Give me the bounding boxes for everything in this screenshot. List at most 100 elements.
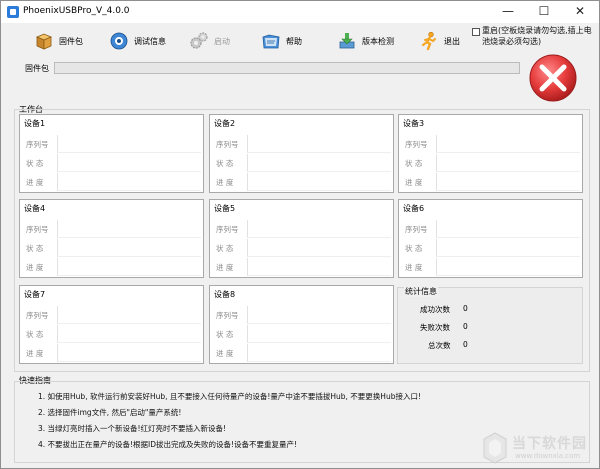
progress-value (247, 173, 391, 191)
progress-label: 进 度 (216, 349, 234, 358)
help-button[interactable]: 帮助 (261, 29, 302, 53)
start-button[interactable]: 启动 (189, 29, 230, 53)
status-label: 状 态 (405, 244, 423, 253)
start-button-label: 启动 (214, 36, 230, 46)
progress-label: 进 度 (26, 263, 44, 272)
status-label: 状 态 (26, 244, 44, 253)
app-window: PhoenixUSBPro_V_4.0.0 — ☐ ✕ 固件包 调试信息 启动 … (0, 0, 600, 469)
watermark-name: 当下软件园 (512, 436, 587, 452)
status-label: 状 态 (216, 330, 234, 339)
progress-row: 进 度 (399, 173, 582, 192)
serial-row: 序列号 (20, 135, 203, 154)
firmware-button[interactable]: 固件包 (34, 29, 83, 53)
watermark-logo-icon (483, 432, 507, 464)
stat-value: 0 (463, 340, 468, 349)
device-title: 设备2 (214, 119, 236, 128)
device-title: 设备7 (24, 290, 46, 299)
status-label: 状 态 (405, 159, 423, 168)
stats-panel: 统计信息 成功次数 0 失败次数 0 总次数 0 (397, 286, 583, 364)
firmware-path-field[interactable] (54, 62, 520, 74)
minimize-button[interactable]: — (490, 1, 526, 23)
device-panel-7: 设备7 序列号 状 态 进 度 (19, 285, 204, 364)
serial-label: 序列号 (216, 140, 239, 149)
stats-title: 统计信息 (404, 286, 438, 297)
device-title: 设备6 (403, 204, 425, 213)
progress-label: 进 度 (405, 263, 423, 272)
serial-value (436, 220, 580, 238)
progress-row: 进 度 (399, 258, 582, 277)
restart-checkbox[interactable] (472, 28, 480, 36)
status-row: 状 态 (210, 154, 393, 173)
status-row: 状 态 (20, 154, 203, 173)
watermark-url: www.downxia.com (515, 452, 581, 460)
firmware-box-icon (34, 31, 54, 51)
progress-row: 进 度 (210, 173, 393, 192)
stat-value: 0 (463, 322, 468, 331)
progress-value (57, 344, 201, 362)
status-value (247, 325, 391, 343)
version-check-button[interactable]: 版本检测 (337, 29, 394, 53)
guide-line-3: 3. 当绿灯亮时插入一个新设备!红灯亮时不要插入新设备! (38, 424, 227, 433)
progress-label: 进 度 (405, 178, 423, 187)
device-title: 设备8 (214, 290, 236, 299)
maximize-button[interactable]: ☐ (526, 1, 562, 23)
serial-value (247, 306, 391, 324)
progress-label: 进 度 (26, 349, 44, 358)
progress-row: 进 度 (20, 173, 203, 192)
serial-label: 序列号 (26, 311, 49, 320)
guide-line-2: 2. 选择固件img文件, 然后"启动"量产系统! (38, 408, 182, 417)
progress-row: 进 度 (210, 344, 393, 363)
debug-info-icon (109, 31, 129, 51)
serial-row: 序列号 (20, 306, 203, 325)
serial-row: 序列号 (20, 220, 203, 239)
serial-label: 序列号 (405, 225, 428, 234)
device-panel-4: 设备4 序列号 状 态 进 度 (19, 199, 204, 278)
gears-icon (189, 31, 209, 51)
window-title: PhoenixUSBPro_V_4.0.0 (23, 6, 130, 16)
debug-info-button[interactable]: 调试信息 (109, 29, 166, 53)
serial-row: 序列号 (210, 220, 393, 239)
status-label: 状 态 (26, 330, 44, 339)
progress-value (247, 258, 391, 276)
progress-label: 进 度 (216, 178, 234, 187)
serial-value (247, 135, 391, 153)
serial-row: 序列号 (399, 220, 582, 239)
exit-button[interactable]: 退出 (419, 29, 460, 53)
status-value (57, 239, 201, 257)
status-row: 状 态 (399, 154, 582, 173)
stat-label: 总次数 (428, 341, 451, 350)
progress-value (247, 344, 391, 362)
serial-value (57, 220, 201, 238)
help-button-label: 帮助 (286, 36, 302, 46)
status-value (247, 154, 391, 172)
status-row: 状 态 (20, 239, 203, 258)
guide-line-1: 1. 如使用Hub, 软件运行前安装好Hub, 且不要接入任何待量产的设备!量产… (38, 392, 421, 401)
status-value (436, 239, 580, 257)
serial-label: 序列号 (216, 311, 239, 320)
status-row: 状 态 (399, 239, 582, 258)
progress-label: 进 度 (26, 178, 44, 187)
device-title: 设备4 (24, 204, 46, 213)
status-label: 状 态 (216, 244, 234, 253)
serial-label: 序列号 (26, 140, 49, 149)
status-value (436, 154, 580, 172)
red-x-icon (529, 54, 577, 102)
stat-label: 成功次数 (420, 305, 450, 314)
device-title: 设备3 (403, 119, 425, 128)
device-panel-6: 设备6 序列号 状 态 进 度 (398, 199, 583, 278)
close-button[interactable]: ✕ (562, 1, 598, 23)
serial-value (57, 306, 201, 324)
device-panel-1: 设备1 序列号 状 态 进 度 (19, 114, 204, 193)
version-check-icon (337, 31, 357, 51)
watermark: 当下软件园 www.downxia.com (482, 430, 598, 468)
device-panel-3: 设备3 序列号 状 态 进 度 (398, 114, 583, 193)
guide-line-4: 4. 不要拔出正在量产的设备!根据ID拔出完成及失败的设备!设备不要重复量产! (38, 440, 298, 449)
help-folder-icon (261, 31, 281, 51)
title-bar: PhoenixUSBPro_V_4.0.0 — ☐ ✕ (1, 1, 599, 23)
serial-label: 序列号 (405, 140, 428, 149)
app-icon (7, 6, 19, 18)
progress-value (57, 258, 201, 276)
progress-value (436, 173, 580, 191)
serial-row: 序列号 (399, 135, 582, 154)
firmware-field-label: 固件包 (25, 64, 49, 73)
